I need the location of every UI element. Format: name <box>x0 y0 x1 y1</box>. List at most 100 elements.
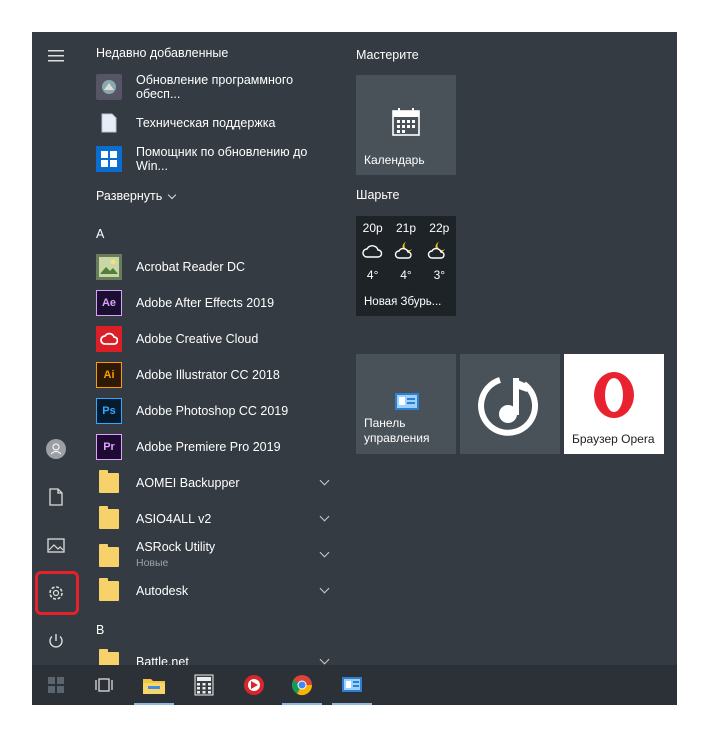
partly-cloudy-night-icon <box>394 242 412 259</box>
taskbar <box>32 665 677 705</box>
weather-icons <box>356 240 456 260</box>
tiles-area: Мастерите Календарь Шарьте 20р 21р 22р 4… <box>350 32 677 665</box>
list-item[interactable]: Техническая поддержка <box>96 106 336 140</box>
tile-group-header[interactable]: Мастерите <box>356 48 419 62</box>
folder-icon <box>96 470 122 496</box>
chrome-icon <box>291 675 313 696</box>
control-panel-taskbar-button[interactable] <box>328 665 376 705</box>
windows-logo-icon <box>48 677 64 693</box>
calculator-icon <box>194 674 214 696</box>
expand-button[interactable]: Развернуть <box>96 189 177 203</box>
new-badge: Новые <box>136 557 169 569</box>
documents-button[interactable] <box>36 477 76 517</box>
chevron-down-icon <box>319 511 330 522</box>
document-icon <box>96 110 122 136</box>
red-app-icon <box>244 675 264 695</box>
folder-label: Battle.net <box>136 655 189 665</box>
tile-label: Браузер Opera <box>572 432 655 446</box>
task-view-icon <box>95 678 113 692</box>
folder-item[interactable]: ASIO4ALL v2 <box>96 502 336 536</box>
start-menu: Недавно добавленные Обновление программн… <box>32 32 677 705</box>
file-explorer-icon <box>143 679 165 694</box>
tile-label: Панель управления <box>364 416 430 445</box>
user-account-button[interactable] <box>36 429 76 469</box>
active-indicator <box>282 703 322 705</box>
groove-music-tile[interactable] <box>460 354 560 454</box>
control-panel-icon <box>342 677 362 692</box>
chevron-down-icon <box>319 475 330 486</box>
folder-icon <box>96 649 122 665</box>
settings-button[interactable] <box>36 573 76 613</box>
list-item[interactable]: Ae Adobe After Effects 2019 <box>96 286 336 320</box>
list-item-label: Обновление программного обесп... <box>136 73 294 101</box>
app-red-button[interactable] <box>230 665 278 705</box>
list-item[interactable]: Ai Adobe Illustrator CC 2018 <box>96 358 336 392</box>
list-item-label: Помощник по обновлению до Win... <box>136 145 308 173</box>
avatar <box>46 439 66 459</box>
chevron-down-icon <box>319 583 330 594</box>
folder-label: Autodesk <box>136 584 189 598</box>
picture-icon <box>47 537 65 553</box>
list-item-label: Adobe Creative Cloud <box>136 332 259 346</box>
active-indicator <box>332 703 372 705</box>
opera-logo-icon <box>594 372 634 418</box>
creative-cloud-icon <box>96 326 122 352</box>
power-button[interactable] <box>36 621 76 661</box>
chevron-down-icon <box>319 547 330 558</box>
list-item[interactable]: Обновление программного обесп... <box>96 70 336 104</box>
file-explorer-button[interactable] <box>130 665 178 705</box>
list-item-label: Adobe After Effects 2019 <box>136 296 275 310</box>
folder-icon <box>96 544 122 570</box>
list-item[interactable]: Ps Adobe Photoshop CC 2019 <box>96 394 336 428</box>
pictures-button[interactable] <box>36 525 76 565</box>
calendar-tile[interactable]: Календарь <box>356 75 456 175</box>
control-panel-tile[interactable]: Панель управления <box>356 354 456 454</box>
letter-header-a[interactable]: A <box>96 227 104 241</box>
start-button[interactable] <box>32 665 80 705</box>
folder-item[interactable]: AOMEI Backupper <box>96 466 336 500</box>
list-item[interactable]: Acrobat Reader DC <box>96 250 336 284</box>
expand-label: Развернуть <box>96 189 163 203</box>
illustrator-icon: Ai <box>96 362 122 388</box>
acrobat-icon <box>96 254 122 280</box>
tile-group-header[interactable]: Шарьте <box>356 188 399 202</box>
list-item[interactable]: Помощник по обновлению до Win... <box>96 142 336 176</box>
hamburger-menu-button[interactable] <box>36 36 76 76</box>
windows-logo-icon <box>96 146 122 172</box>
software-update-icon <box>96 74 122 100</box>
letter-header-b[interactable]: B <box>96 623 104 637</box>
start-rail <box>32 32 80 665</box>
folder-icon <box>96 578 122 604</box>
calculator-button[interactable] <box>180 665 228 705</box>
app-list: Недавно добавленные Обновление программн… <box>90 32 340 665</box>
chrome-button[interactable] <box>278 665 326 705</box>
list-item[interactable]: Pr Adobe Premiere Pro 2019 <box>96 430 336 464</box>
music-note-icon <box>478 377 539 436</box>
control-panel-icon <box>395 393 419 410</box>
chevron-down-icon <box>168 190 177 199</box>
weather-location: Новая Збурь... <box>364 296 442 308</box>
folder-item[interactable]: ASRock Utility Новые <box>96 538 336 576</box>
tile-label: Календарь <box>364 153 425 167</box>
photoshop-icon: Ps <box>96 398 122 424</box>
folder-label: AOMEI Backupper <box>136 476 240 490</box>
power-icon <box>49 634 63 648</box>
after-effects-icon: Ae <box>96 290 122 316</box>
active-indicator <box>134 703 174 705</box>
list-item-label: Adobe Illustrator CC 2018 <box>136 368 280 382</box>
partly-cloudy-night-icon <box>428 242 446 259</box>
task-view-button[interactable] <box>80 665 128 705</box>
weather-tile[interactable]: 20р 21р 22р 4° 4° 3° Новая Збурь... <box>356 216 456 316</box>
list-item-label: Acrobat Reader DC <box>136 260 246 274</box>
recent-header: Недавно добавленные <box>96 46 229 60</box>
folder-item[interactable]: Battle.net <box>96 645 336 665</box>
folder-label: ASIO4ALL v2 <box>136 512 212 526</box>
list-item[interactable]: Adobe Creative Cloud <box>96 322 336 356</box>
list-item-label: Техническая поддержка <box>136 116 276 130</box>
opera-tile[interactable]: Браузер Opera <box>564 354 664 454</box>
list-item-label: Adobe Photoshop CC 2019 <box>136 404 289 418</box>
premiere-icon: Pr <box>96 434 122 460</box>
folder-icon <box>96 506 122 532</box>
calendar-icon <box>392 108 420 136</box>
folder-item[interactable]: Autodesk <box>96 574 336 608</box>
